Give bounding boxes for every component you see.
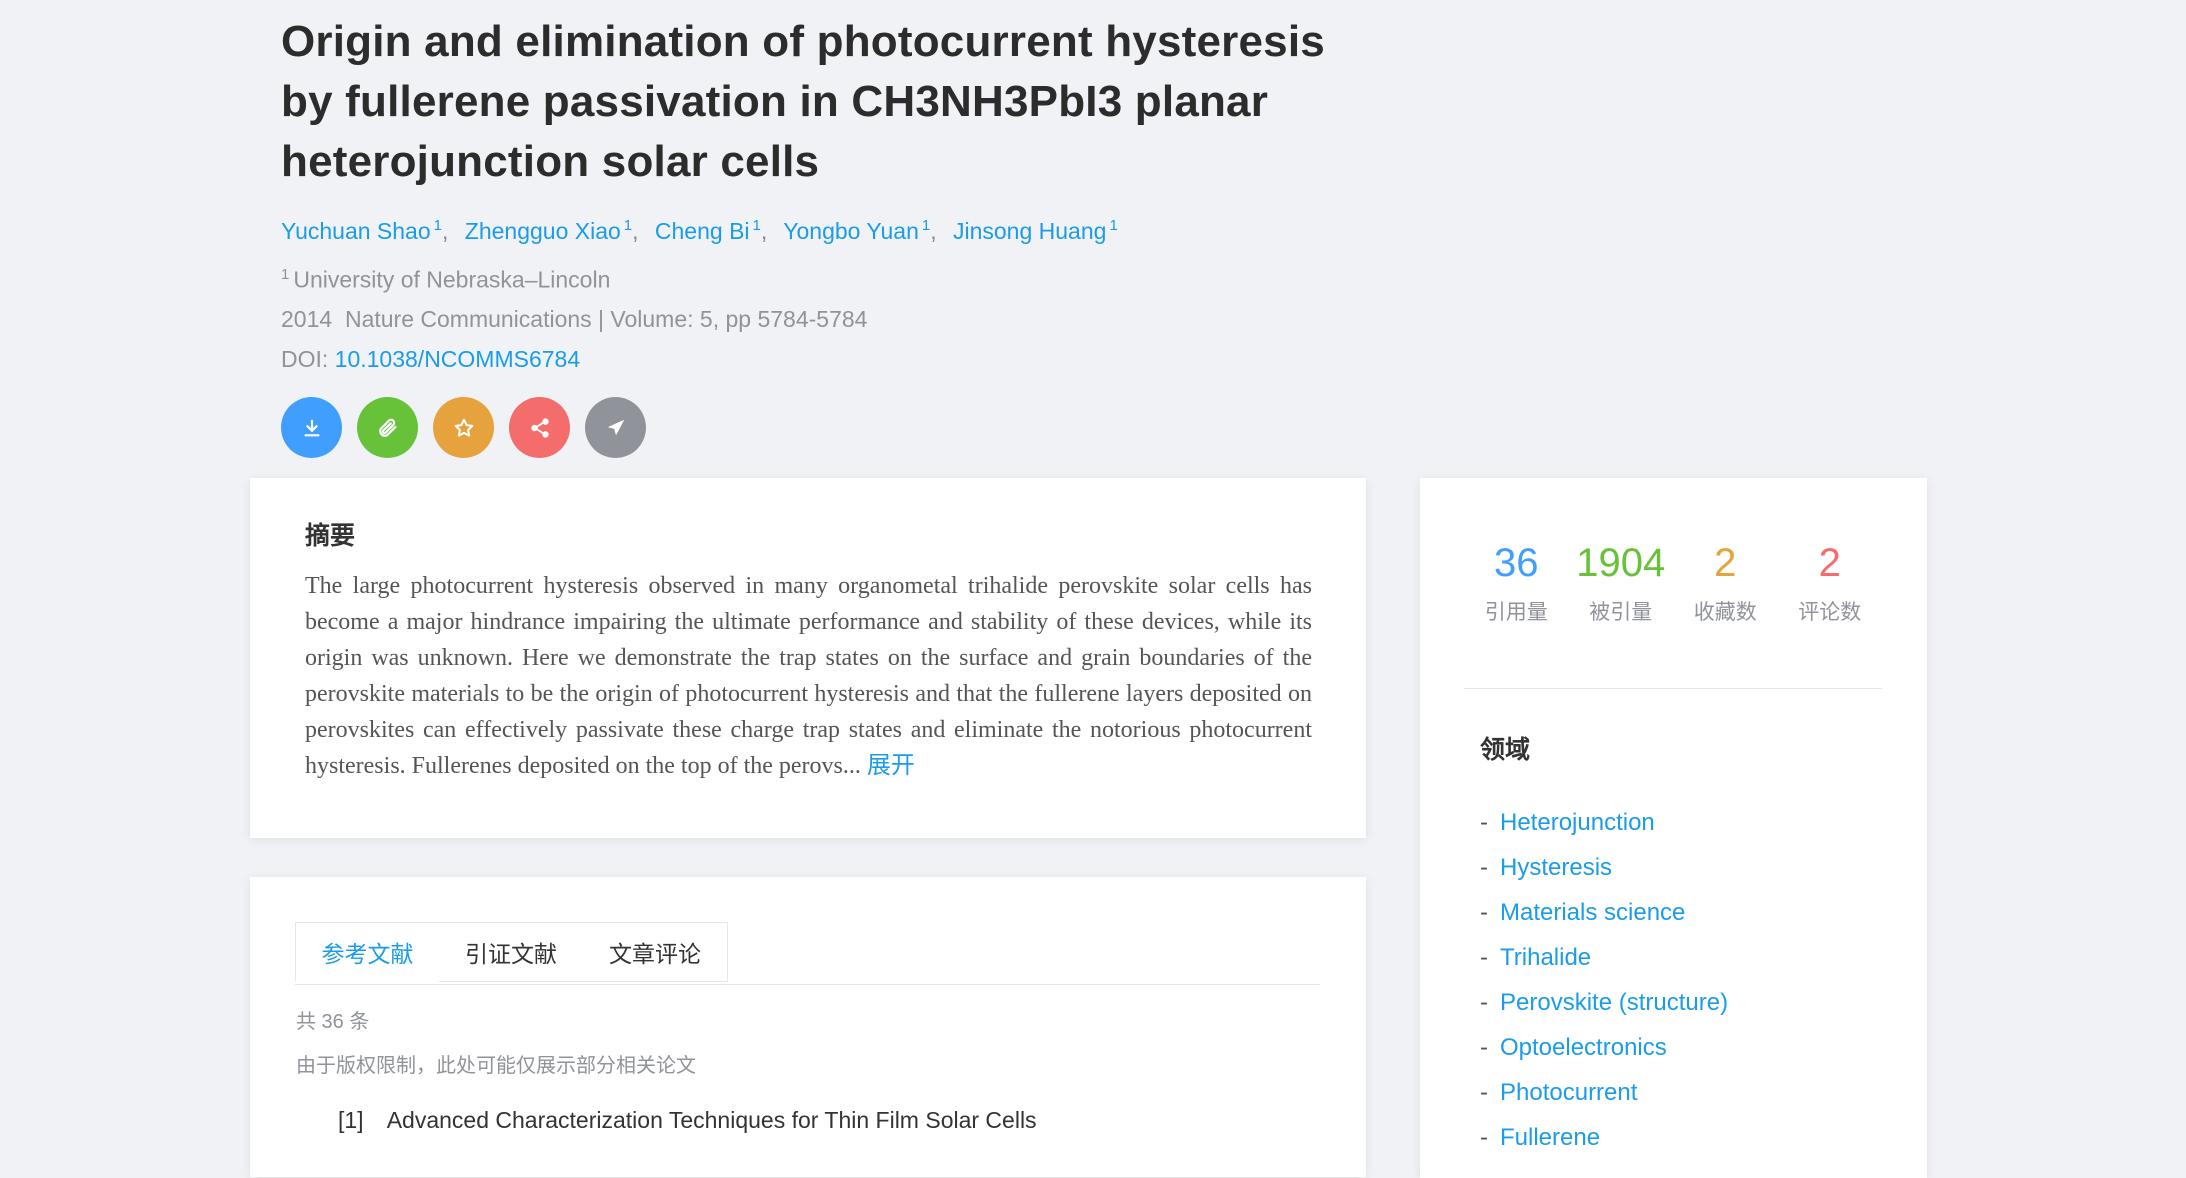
- paper-header: Origin and elimination of photocurrent h…: [281, 0, 1381, 459]
- field-item: - Fullerene: [1480, 1124, 1601, 1151]
- reference-number: [1]: [338, 1107, 364, 1133]
- list-item: [1] Advanced Characterization Techniques…: [338, 1107, 1037, 1134]
- metrics-sidebar: 36 引用量 1904 被引量 2 收藏数 2 评论数 领域 - Heteroju…: [1420, 478, 1927, 1178]
- field-list: - Heterojunction - Hysteresis - Materials s…: [1480, 800, 1728, 1160]
- field-link[interactable]: Trihalide: [1500, 944, 1591, 971]
- field-link[interactable]: Materials science: [1500, 899, 1685, 926]
- stats-row: 36 引用量 1904 被引量 2 收藏数 2 评论数: [1464, 538, 1882, 689]
- author-link[interactable]: Zhengguo Xiao 1: [465, 217, 632, 244]
- publication-year: 2014: [281, 306, 333, 333]
- tab-comments[interactable]: 文章评论: [583, 922, 728, 982]
- download-button[interactable]: [281, 397, 342, 459]
- fields-heading: 领域: [1480, 736, 1531, 764]
- journal-info: Nature Communications | Volume: 5, pp 57…: [344, 306, 868, 333]
- affiliation: 1 University of Nebraska–Lincoln: [281, 265, 611, 293]
- field-item: - Optoelectronics: [1480, 1034, 1667, 1061]
- field-link[interactable]: Hysteresis: [1500, 854, 1612, 881]
- share-button[interactable]: [509, 397, 570, 459]
- doi-link[interactable]: 10.1038/NCOMMS6784: [335, 346, 580, 372]
- stat-value: 2: [1818, 541, 1841, 585]
- author-link[interactable]: Cheng Bi 1: [655, 217, 761, 244]
- publication-info: 2014 Nature Communications | Volume: 5, …: [281, 299, 1381, 339]
- download-icon: [303, 419, 320, 437]
- send-icon: [607, 419, 624, 436]
- field-item: - Photocurrent: [1480, 1079, 1638, 1106]
- field-link[interactable]: Perovskite (structure): [1500, 989, 1728, 1016]
- reference-title-link[interactable]: Advanced Characterization Techniques for…: [387, 1107, 1037, 1133]
- stat-value: 36: [1494, 541, 1539, 585]
- reference-tabs: 参考文献 引证文献 文章评论: [295, 922, 1320, 985]
- field-link[interactable]: Optoelectronics: [1500, 1034, 1667, 1061]
- field-item: - Heterojunction: [1480, 809, 1655, 836]
- attachment-button[interactable]: [357, 397, 418, 459]
- stat-favorites: 2 收藏数: [1673, 538, 1777, 688]
- abstract-text: The large photocurrent hysteresis observ…: [305, 573, 1312, 779]
- stat-label: 被引量: [1589, 601, 1653, 624]
- copyright-note: 由于版权限制，此处可能仅展示部分相关论文: [296, 1055, 696, 1077]
- field-item: - Materials science: [1480, 899, 1686, 926]
- doi-line: DOI: 10.1038/NCOMMS6784: [281, 346, 581, 373]
- tab-references[interactable]: 参考文献: [295, 922, 440, 982]
- star-icon: [454, 418, 473, 437]
- favorite-button[interactable]: [433, 397, 494, 459]
- stat-references: 36 引用量: [1464, 538, 1568, 688]
- reference-count: 共 36 条: [296, 1011, 370, 1033]
- author-link[interactable]: Yuchuan Shao 1: [281, 217, 442, 244]
- references-card: 参考文献 引证文献 文章评论 共 36 条 由于版权限制，此处可能仅展示部分相关…: [250, 877, 1366, 1177]
- stat-label: 评论数: [1798, 601, 1862, 624]
- share-icon: [530, 418, 549, 438]
- stat-cited-by: 1904 被引量: [1569, 538, 1673, 688]
- abstract-heading: 摘要: [305, 522, 356, 550]
- author-link[interactable]: Jinsong Huang 1: [953, 217, 1118, 244]
- field-item: - Trihalide: [1480, 944, 1592, 971]
- author-link[interactable]: Yongbo Yuan 1: [783, 217, 930, 244]
- field-link[interactable]: Photocurrent: [1500, 1079, 1637, 1106]
- stat-comments: 2 评论数: [1778, 538, 1882, 688]
- expand-link[interactable]: 展开: [867, 752, 915, 779]
- field-item: - Perovskite (structure): [1480, 989, 1729, 1016]
- stat-value: 2: [1714, 541, 1737, 585]
- field-item: - Hysteresis: [1480, 854, 1613, 881]
- send-button[interactable]: [585, 397, 646, 459]
- stat-label: 引用量: [1484, 601, 1548, 624]
- paper-title: Origin and elimination of photocurrent h…: [281, 17, 1325, 186]
- abstract-card: 摘要 The large photocurrent hysteresis obs…: [250, 478, 1366, 838]
- tab-citations[interactable]: 引证文献: [439, 922, 584, 982]
- stat-value: 1904: [1576, 541, 1666, 585]
- action-buttons: [281, 397, 1381, 459]
- field-link[interactable]: Heterojunction: [1500, 809, 1655, 836]
- attachment-icon: [378, 418, 396, 437]
- stat-label: 收藏数: [1693, 601, 1757, 624]
- author-list: Yuchuan Shao 1, Zhengguo Xiao 1, Cheng Bi 1…: [281, 217, 1118, 244]
